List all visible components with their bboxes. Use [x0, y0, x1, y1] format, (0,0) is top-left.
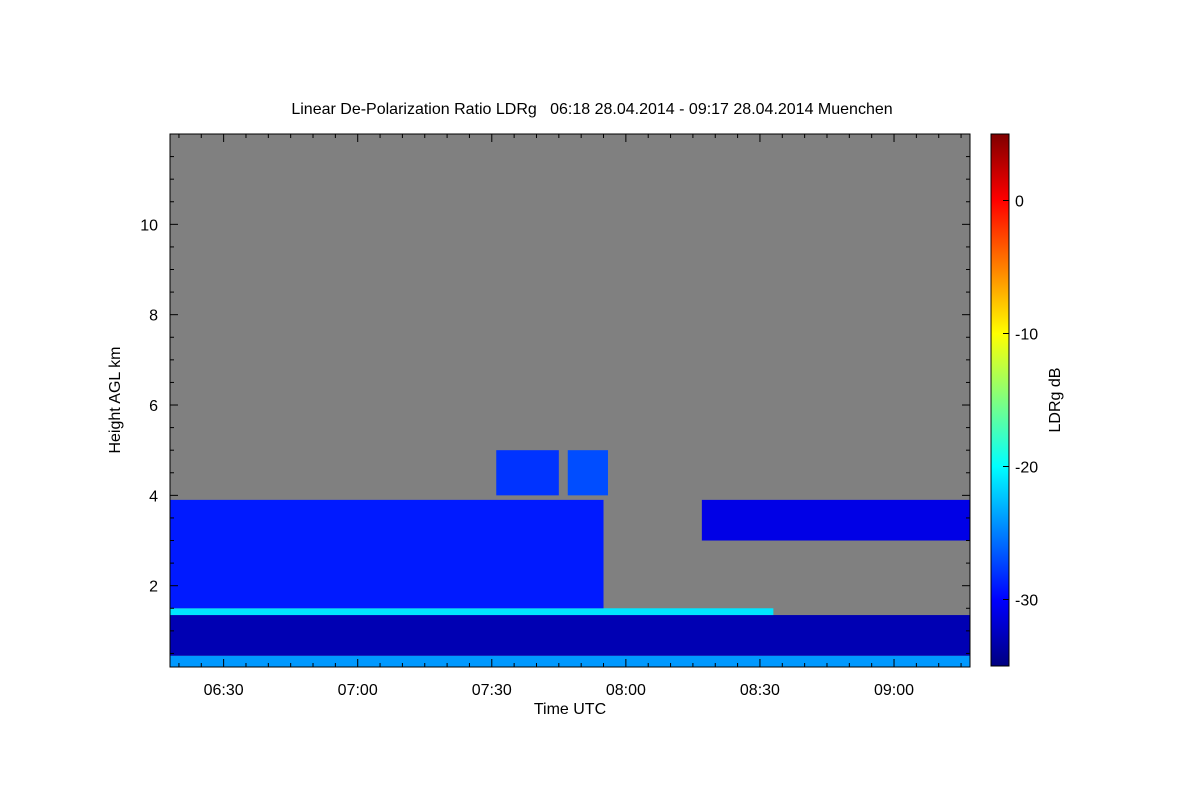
heatmap-cell: [701, 499, 970, 541]
y-tick-label: 2: [149, 579, 158, 596]
y-tick-label: 6: [149, 398, 158, 415]
x-tick-label: 09:00: [874, 682, 914, 699]
x-tick-label: 08:30: [740, 682, 780, 699]
heatmap-cell: [496, 450, 559, 496]
heatmap-cell: [170, 608, 774, 616]
x-tick-label: 07:00: [338, 682, 378, 699]
colorbar-tick-label: 0: [1015, 194, 1024, 211]
heatmap-cell: [170, 615, 970, 656]
y-tick-label: 10: [140, 217, 158, 234]
heatmap-cell: [170, 499, 604, 609]
y-axis-label: Height AGL km: [107, 346, 124, 453]
x-axis-label: Time UTC: [534, 701, 606, 718]
y-tick-label: 8: [149, 308, 158, 325]
colorbar-tick-label: -20: [1015, 460, 1038, 477]
y-tick-label: 4: [149, 488, 158, 505]
colorbar-label: LDRg dB: [1047, 368, 1064, 433]
x-tick-label: 06:30: [204, 682, 244, 699]
heatmap-cell: [567, 450, 608, 496]
colorbar-gradient: [990, 133, 1010, 667]
colorbar: 0 -10 -20 -30 LDRg dB: [990, 133, 1064, 667]
x-tick-label: 08:00: [606, 682, 646, 699]
ldr-chart: Linear De-Polarization Ratio LDRg 06:18 …: [107, 101, 1064, 718]
colorbar-tick-label: -30: [1015, 593, 1038, 610]
x-tick-label: 07:30: [472, 682, 512, 699]
colorbar-tick-label: -10: [1015, 327, 1038, 344]
plot-area: [169, 133, 971, 668]
heatmap-cell: [170, 655, 970, 667]
chart-title: Linear De-Polarization Ratio LDRg 06:18 …: [291, 101, 892, 118]
